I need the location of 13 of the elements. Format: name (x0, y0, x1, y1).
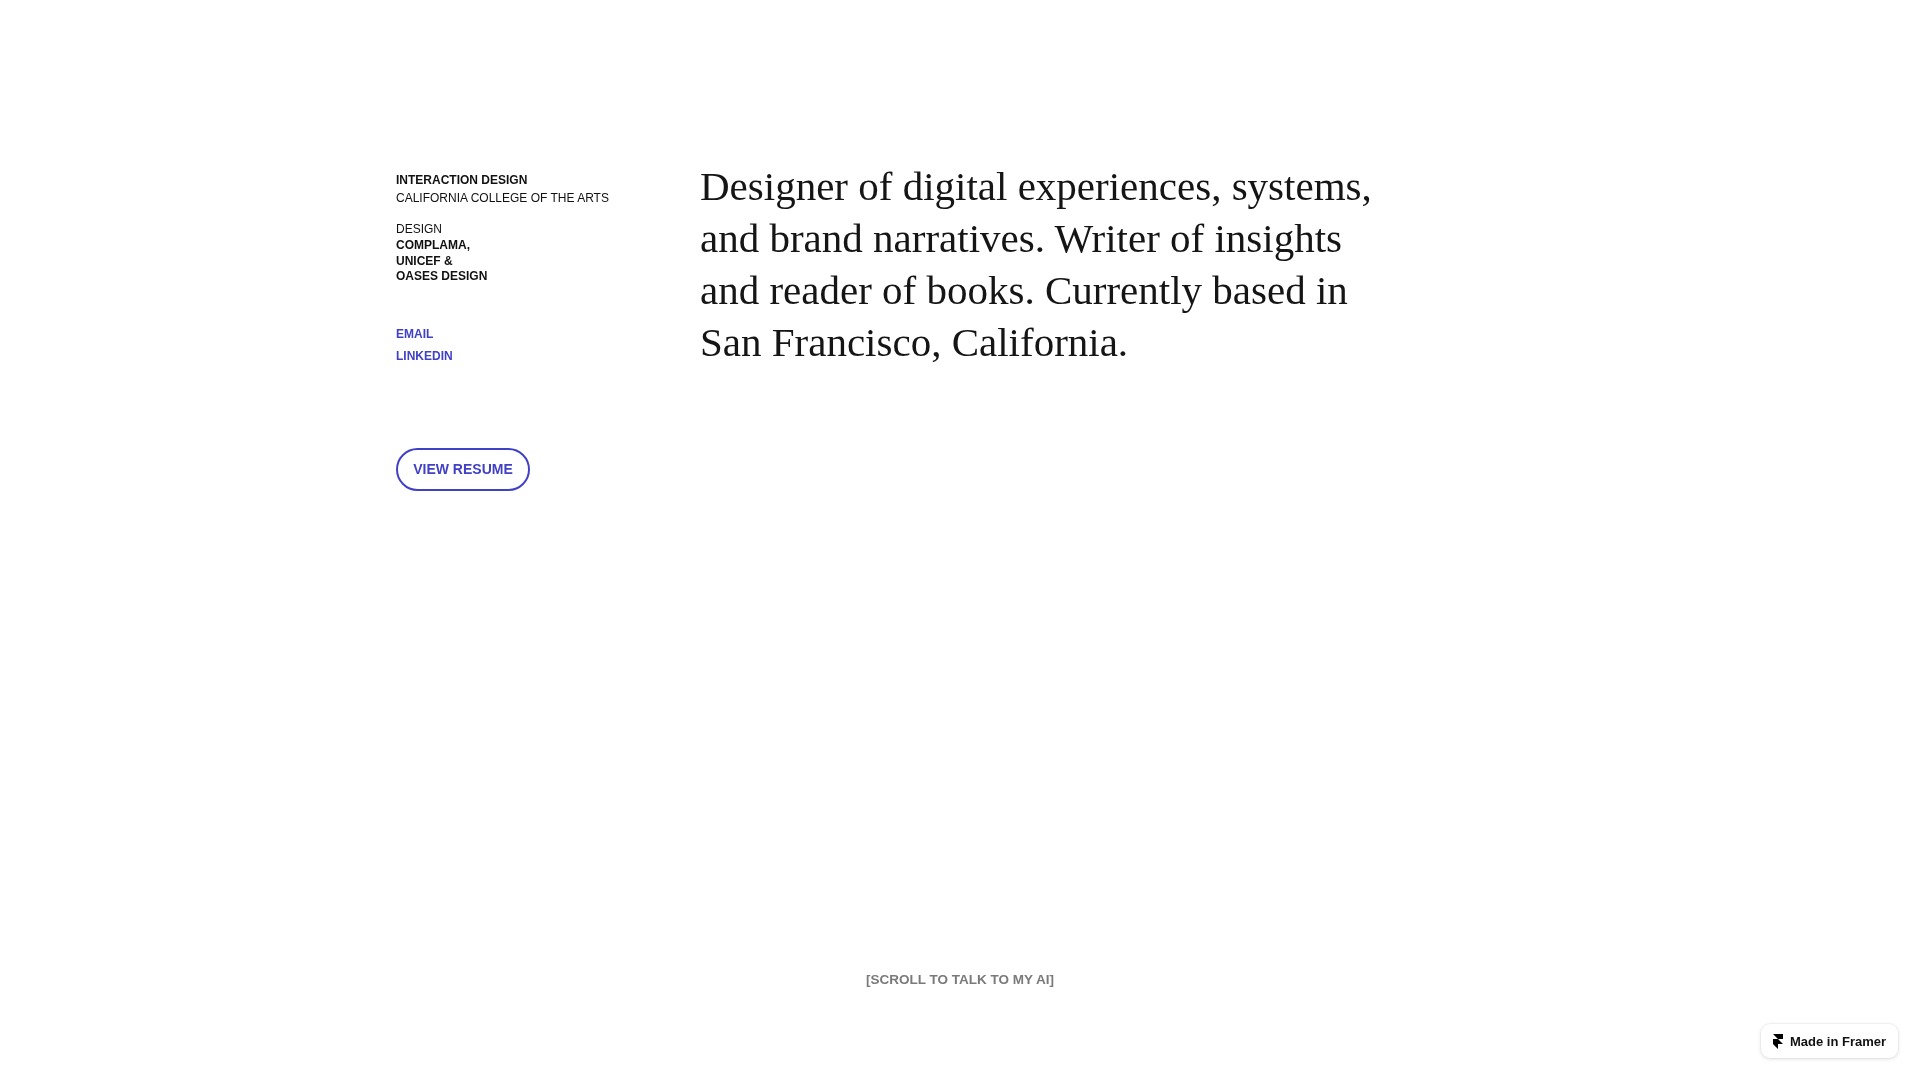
company-name: COMPLAMA, (396, 238, 470, 254)
logo-icon (1772, 1033, 1783, 1049)
study-field: INTERACTION DESIGN (396, 171, 528, 189)
intro-paragraph: Designer of digital experiences, systems, and brand narratives. Writer of insights and reader of books. Currently based in San Francisco, California. (700, 162, 1373, 367)
company-name: UNICEF & (396, 253, 453, 269)
company-name: OASES DESIGN (396, 269, 488, 285)
work-field: DESIGN (396, 220, 442, 238)
school-name: CALIFORNIA COLLEGE OF THE ARTS (396, 190, 609, 207)
contact-link[interactable]: EMAIL (396, 322, 434, 345)
scroll-hint: [SCROLL TO TALK TO MY AI] (866, 972, 1054, 988)
view-resume-button[interactable]: VIEW RESUME (396, 447, 530, 491)
contact-link[interactable]: LINKEDIN (396, 344, 453, 367)
made-in-framer-badge[interactable]: Made in Framer (1761, 1024, 1898, 1058)
